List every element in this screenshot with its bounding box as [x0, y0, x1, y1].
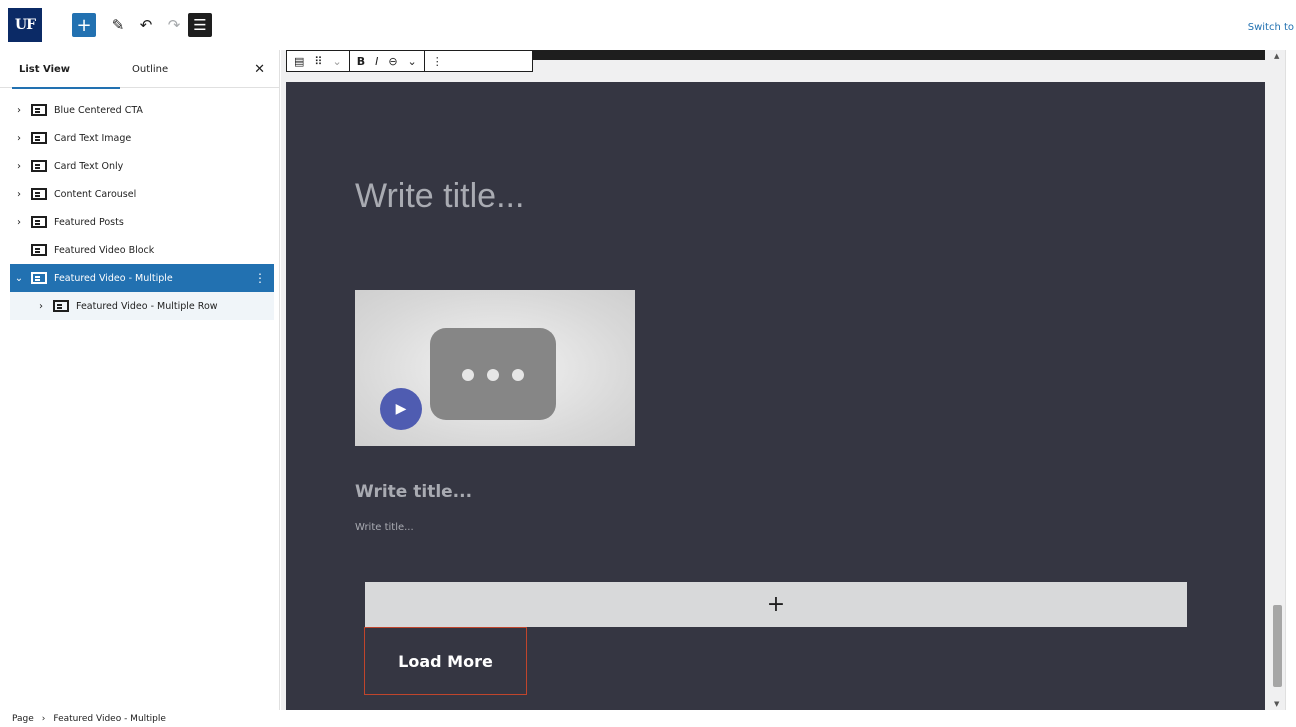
close-icon[interactable]: ✕	[254, 62, 265, 77]
link-icon[interactable]: ⊖	[388, 55, 397, 68]
video-title-input[interactable]: Write title...	[355, 482, 472, 502]
block-title-input[interactable]: Write title...	[355, 177, 524, 216]
editor-header: UF + ✎ ↶ ↷ ☰ Switch to	[0, 0, 1296, 50]
breadcrumb-current[interactable]: Featured Video - Multiple	[53, 714, 166, 724]
list-item-label: Featured Video Block	[54, 244, 155, 256]
add-block-button[interactable]: +	[72, 13, 96, 37]
list-item[interactable]: Featured Video Block	[10, 236, 274, 264]
editor-canvas-wrapper: Write title... ▶ Write title... Write ti…	[281, 50, 1285, 710]
drag-handle-icon[interactable]: ⠿	[314, 55, 322, 68]
more-options-button[interactable]: ⋮	[432, 55, 443, 68]
block-toolbar: ▤ ⠿ ⌄ B I ⊖ ⌄ ⋮	[286, 50, 533, 72]
list-item-label: Blue Centered CTA	[54, 104, 143, 116]
list-item-child[interactable]: › Featured Video - Multiple Row	[10, 292, 274, 320]
chevron-down-icon[interactable]: ⌄	[12, 273, 26, 284]
list-view-sidebar: List View Outline ✕ › Blue Centered CTA …	[0, 50, 280, 710]
logo-text: UF	[14, 17, 36, 33]
block-icon	[31, 160, 47, 172]
scroll-down-icon[interactable]: ▼	[1274, 700, 1279, 708]
scrollbar[interactable]: ▲ ▼	[1271, 50, 1285, 710]
block-tree: › Blue Centered CTA › Card Text Image › …	[10, 96, 274, 320]
chevron-right-icon: ›	[41, 713, 46, 724]
chevron-right-icon[interactable]: ›	[12, 189, 26, 200]
bold-button[interactable]: B	[357, 55, 365, 68]
play-icon: ▶	[395, 401, 407, 417]
chevron-down-icon[interactable]: ⌄	[408, 55, 417, 68]
block-icon	[53, 300, 69, 312]
switch-link[interactable]: Switch to	[1248, 22, 1294, 33]
video-subtitle-input[interactable]: Write title...	[355, 522, 414, 533]
scroll-up-icon[interactable]: ▲	[1274, 52, 1279, 60]
chevron-right-icon[interactable]: ›	[34, 301, 48, 312]
list-item-label: Featured Video - Multiple	[54, 272, 173, 284]
video-thumbnail[interactable]: ▶	[355, 290, 635, 446]
pencil-icon: ✎	[111, 16, 125, 34]
redo-icon: ↷	[167, 16, 181, 34]
chevron-right-icon[interactable]: ›	[12, 161, 26, 172]
breadcrumb-page[interactable]: Page	[12, 714, 34, 724]
list-item-label: Card Text Image	[54, 132, 132, 144]
block-appender-button[interactable]: +	[365, 582, 1187, 627]
video-placeholder-icon	[430, 328, 556, 420]
more-options-group: ⋮	[425, 51, 450, 71]
tools-button[interactable]: ✎	[106, 13, 130, 37]
list-item[interactable]: › Blue Centered CTA	[10, 96, 274, 124]
list-item-label: Featured Video - Multiple Row	[76, 300, 218, 312]
load-more-button[interactable]: Load More	[364, 627, 527, 695]
scroll-thumb[interactable]	[1273, 605, 1282, 687]
breadcrumb: Page › Featured Video - Multiple	[0, 710, 1296, 727]
plus-icon: +	[76, 14, 92, 36]
block-icon	[31, 244, 47, 256]
chevron-right-icon[interactable]: ›	[12, 105, 26, 116]
site-logo[interactable]: UF	[8, 8, 42, 42]
format-toolbar-group: B I ⊖ ⌄	[350, 51, 425, 71]
play-button[interactable]: ▶	[380, 388, 422, 430]
tab-list-view[interactable]: List View	[12, 50, 120, 89]
undo-icon: ↶	[139, 16, 153, 34]
list-view-button[interactable]: ☰	[188, 13, 212, 37]
block-icon	[31, 104, 47, 116]
move-chevron-icon[interactable]: ⌄	[332, 55, 341, 68]
list-item[interactable]: › Card Text Only	[10, 152, 274, 180]
list-item-label: Featured Posts	[54, 216, 124, 228]
sidebar-tabs: List View Outline ✕	[0, 50, 279, 89]
list-item-selected[interactable]: ⌄ Featured Video - Multiple ⋮	[10, 264, 274, 292]
chevron-right-icon[interactable]: ›	[12, 133, 26, 144]
redo-button[interactable]: ↷	[162, 13, 186, 37]
plus-icon: +	[766, 592, 786, 617]
options-icon[interactable]: ⋮	[254, 271, 266, 285]
block-icon	[31, 132, 47, 144]
block-icon	[31, 188, 47, 200]
list-item[interactable]: › Featured Posts	[10, 208, 274, 236]
list-view-icon: ☰	[193, 16, 207, 34]
tab-outline[interactable]: Outline	[132, 50, 168, 88]
block-toolbar-group: ▤ ⠿ ⌄	[287, 51, 350, 71]
settings-sidebar-edge	[1285, 50, 1296, 710]
block-icon	[31, 272, 47, 284]
list-item[interactable]: › Card Text Image	[10, 124, 274, 152]
block-type-icon[interactable]: ▤	[294, 55, 304, 68]
italic-button[interactable]: I	[375, 55, 378, 68]
list-item-label: Card Text Only	[54, 160, 124, 172]
featured-video-multiple-block[interactable]: Write title... ▶ Write title... Write ti…	[286, 82, 1265, 710]
chevron-right-icon[interactable]: ›	[12, 217, 26, 228]
block-icon	[31, 216, 47, 228]
list-item-label: Content Carousel	[54, 188, 137, 200]
list-item[interactable]: › Content Carousel	[10, 180, 274, 208]
undo-button[interactable]: ↶	[134, 13, 158, 37]
